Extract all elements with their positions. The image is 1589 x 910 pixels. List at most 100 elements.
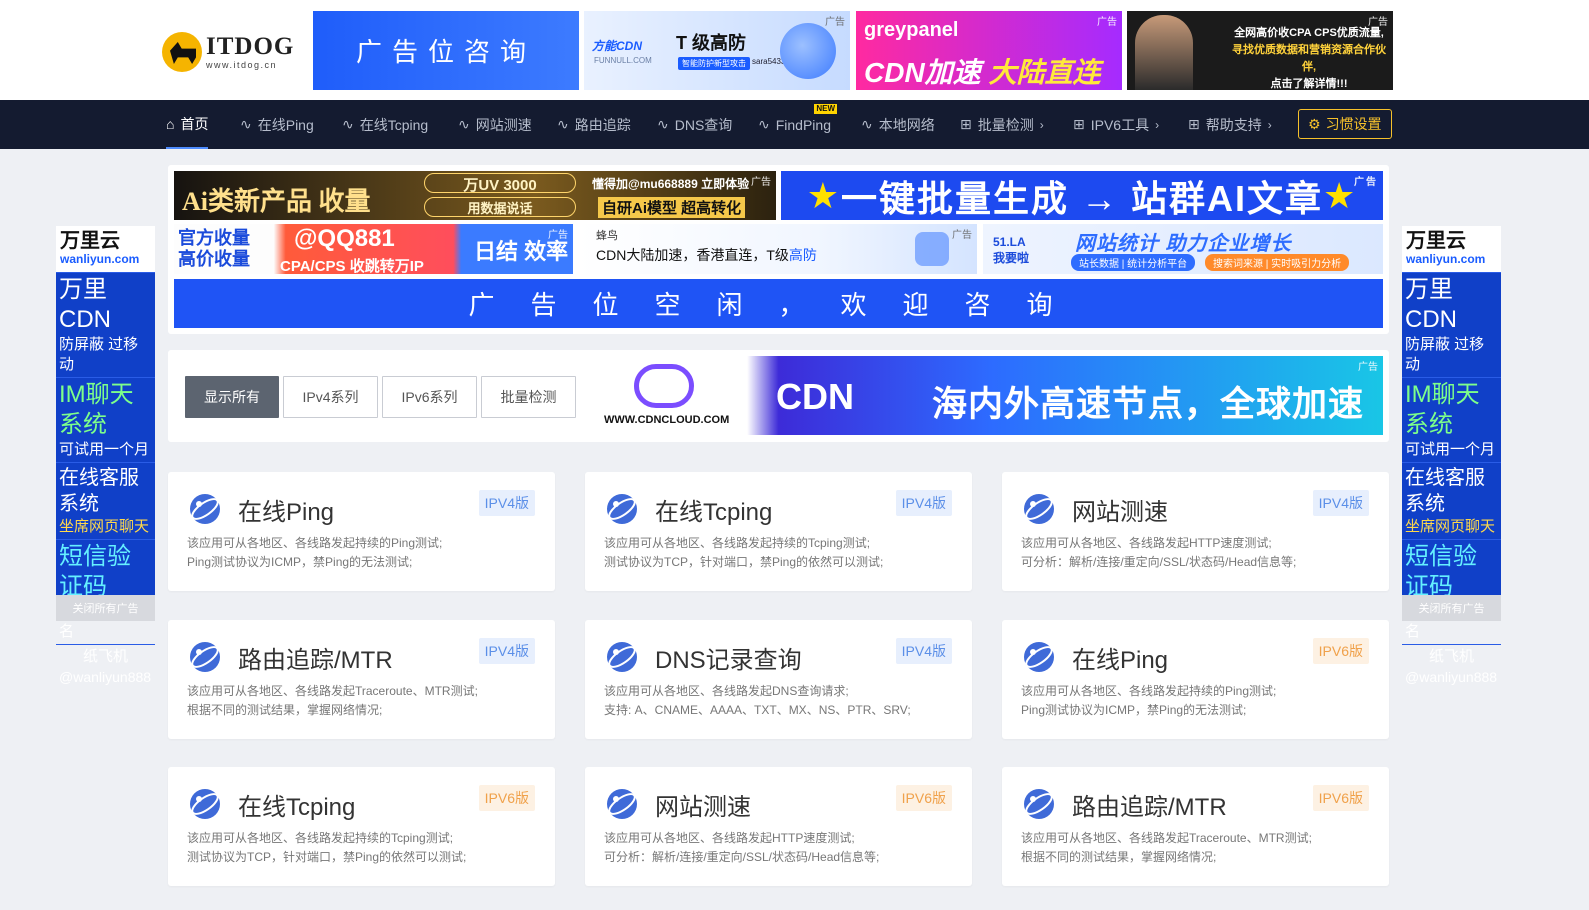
nav-item-label: 网站测速	[475, 116, 532, 133]
nav-item-ipv6-tools[interactable]: ⊞ IPV6工具 ›	[1073, 100, 1159, 149]
tool-card-description: 该应用可从各地区、各线路发起持续的Tcping测试; 测试协议为TCP，针对端口，…	[604, 534, 883, 572]
ad-label: 广告	[825, 17, 845, 28]
side-ad-block: IM聊天系统 可试用一个月	[56, 377, 155, 462]
nav-item-findping[interactable]: ∿ FindPing NEW	[758, 100, 837, 149]
side-ad-block: 短信验证码 自定义合规签名	[1402, 539, 1501, 644]
tool-card[interactable]: 路由追踪/MTR IPV4版 该应用可从各地区、各线路发起Traceroute、MT…	[168, 620, 555, 739]
side-ad-url: wanliyun.com	[60, 252, 140, 266]
top-ad-3-brand: greypanel	[864, 19, 959, 41]
tool-card-title: 路由追踪/MTR	[238, 647, 393, 674]
site-logo[interactable]: ITDOG www.itdog.cn	[162, 30, 304, 74]
board-ad-fengniao[interactable]: 蜂鸟 CDN大陆加速，香港直连，T级高防 广告	[578, 224, 977, 274]
tool-card[interactable]: 在线Tcping IPV6版 该应用可从各地区、各线路发起持续的Tcping测试; 测…	[168, 767, 555, 886]
version-badge: IPV4版	[478, 638, 535, 664]
star-icon: ★	[1323, 174, 1358, 216]
tool-card-title: 在线Ping	[238, 499, 335, 526]
cdncloud-brand: CDN	[776, 376, 854, 417]
side-ad-logo: 万里云	[1406, 230, 1466, 252]
top-ad-3[interactable]: greypanel CDN加速 大陆直连 广告	[856, 11, 1122, 90]
globe-icon	[605, 787, 639, 821]
board-ad-51la[interactable]: 51.LA 我要啦 网站统计 助力企业增长 站长数据 | 统计分析平台 搜索词来…	[983, 224, 1383, 274]
nav-item-label: 批量检测	[977, 116, 1034, 133]
star-icon: ★	[806, 174, 841, 216]
board-ad-qq-handle: @QQ881	[294, 225, 395, 252]
nav-item-ping[interactable]: ∿ 在线Ping	[240, 100, 314, 149]
board-ad-qq-l2: 高价收量	[178, 249, 250, 269]
board-ad-qq[interactable]: 官方收量 高价收量 @QQ881 CPA/CPS 收跳转万IP 日结 效率 广告	[174, 224, 573, 274]
side-ad-title: 在线客服系统	[59, 467, 139, 515]
top-ad-1[interactable]: 广告位咨询	[313, 11, 579, 90]
tool-card-desc-line: 该应用可从各地区、各线路发起HTTP速度测试;	[1021, 536, 1272, 550]
board-ad-ai-article[interactable]: ★ 一键批量生成 → 站群AI文章 ★ 广告	[781, 171, 1383, 220]
nav-item-traceroute[interactable]: ∿ 路由追踪	[557, 100, 631, 149]
ad-label: 广告	[1368, 17, 1388, 28]
side-ad-block: 纸飞机 @wanliyun888	[1402, 644, 1501, 689]
main-nav: ⌂ 首页 ∿ 在线Ping ∿ 在线Tcping ∿ 网站测速 ∿ 路由追踪 ∿…	[0, 100, 1589, 149]
nav-item-label: 在线Tcping	[359, 116, 429, 133]
side-ad-block: 万里CDN 防屏蔽 过移动	[1402, 272, 1501, 377]
pulse-icon: ∿	[557, 116, 569, 132]
nav-item-speedtest[interactable]: ∿ 网站测速	[458, 100, 532, 149]
top-ad-4-text: 全网高价收CPA CPS优质流量, 寻找优质数据和营销资源合作伙伴, 点击了解详…	[1227, 25, 1391, 90]
side-ad-header: 万里云 wanliyun.com	[1402, 226, 1501, 272]
side-ad-title: 短信验证码	[59, 543, 131, 600]
dog-logo-icon	[162, 32, 202, 72]
nav-item-batch[interactable]: ⊞ 批量检测 ›	[960, 100, 1044, 149]
filter-ipv4-button[interactable]: IPv4系列	[283, 376, 378, 418]
tool-card-desc-line: Ping测试协议为ICMP，禁Ping的无法测试;	[1021, 703, 1247, 717]
top-ad-2[interactable]: 方能CDN FUNNULL.COM T 级高防 智能防护新型攻击 sara543…	[584, 11, 850, 90]
filter-ipv6-button[interactable]: IPv6系列	[382, 376, 477, 418]
nav-item-dns[interactable]: ∿ DNS查询	[657, 100, 732, 149]
board-ad-fengniao-text: CDN大陆加速，香港直连，T级高防	[596, 245, 817, 265]
globe-icon	[1022, 492, 1056, 526]
board-ad-qq-left: 官方收量 高价收量	[178, 228, 250, 270]
tool-card[interactable]: 在线Tcping IPV4版 该应用可从各地区、各线路发起持续的Tcping测试; 测…	[585, 472, 972, 591]
side-ad-left[interactable]: 万里云 wanliyun.com 万里CDN 防屏蔽 过移动 IM聊天系统 可试…	[56, 226, 155, 685]
top-ad-2-brand: 方能CDN	[592, 39, 642, 53]
side-ad-subtitle: 可试用一个月	[59, 441, 150, 458]
nav-item-label: IPV6工具	[1090, 116, 1150, 133]
tool-card-desc-line: 测试协议为TCP，针对端口，禁Ping的依然可以测试;	[604, 555, 884, 569]
tool-card[interactable]: 在线Ping IPV6版 该应用可从各地区、各线路发起持续的Ping测试; Ping测…	[1002, 620, 1389, 739]
close-ads-button[interactable]: 关闭所有广告	[1402, 595, 1501, 621]
board-ad-ai-data: 用数据说话	[424, 197, 576, 217]
board-ad-ai-uv: 万UV 3000	[424, 173, 576, 194]
tool-card-desc-line: 该应用可从各地区、各线路发起Traceroute、MTR测试;	[1021, 831, 1312, 845]
board-ad-qq-sub: CPA/CPS 收跳转万IP	[280, 258, 424, 274]
side-ad-subtitle: 防屏蔽 过移动	[59, 336, 139, 373]
globe-icon	[1022, 787, 1056, 821]
nav-item-label: 本地网络	[878, 116, 935, 133]
filter-show-all-button[interactable]: 显示所有	[185, 376, 279, 418]
tool-card[interactable]: 网站测速 IPV6版 该应用可从各地区、各线路发起HTTP速度测试; 可分析：解析/连…	[585, 767, 972, 886]
tool-card-title: 网站测速	[1072, 499, 1168, 526]
tool-card-desc-line: 根据不同的测试结果，掌握网络情况;	[1021, 850, 1217, 864]
board-ad-ai[interactable]: Ai类新产品 收量 万UV 3000 用数据说话 懂得加@mu668889 立即…	[174, 171, 776, 220]
nav-item-label: 首页	[180, 115, 209, 132]
board-ad-vacant[interactable]: 广告位空闲，欢迎咨询	[174, 279, 1383, 328]
side-ad-right[interactable]: 万里云 wanliyun.com 万里CDN 防屏蔽 过移动 IM聊天系统 可试…	[1402, 226, 1501, 685]
tool-card[interactable]: 在线Ping IPV4版 该应用可从各地区、各线路发起持续的Ping测试; Ping测…	[168, 472, 555, 591]
ad-label: 广告	[952, 230, 972, 241]
nav-item-local-network[interactable]: ∿ 本地网络	[861, 100, 935, 149]
nav-item-label: 帮助支持	[1205, 116, 1262, 133]
version-badge: IPV6版	[895, 785, 952, 811]
habit-settings-button[interactable]: ⚙ 习惯设置	[1298, 109, 1392, 139]
board-ad-51la-logo: 51.LA 我要啦	[993, 234, 1029, 266]
version-badge: IPV4版	[1312, 490, 1369, 516]
cdncloud-ad[interactable]: WWW.CDNCLOUD.COM CDN 海内外高速节点，全球加速 广告	[598, 356, 1383, 435]
close-ads-button[interactable]: 关闭所有广告	[56, 595, 155, 621]
grid-icon: ⊞	[1073, 116, 1085, 132]
tool-card[interactable]: DNS记录查询 IPV4版 该应用可从各地区、各线路发起DNS查询请求; 支持: A、…	[585, 620, 972, 739]
gear-icon: ⚙	[1308, 115, 1321, 132]
nav-item-home[interactable]: ⌂ 首页	[166, 100, 209, 149]
nav-item-help[interactable]: ⊞ 帮助支持 ›	[1188, 100, 1272, 149]
top-ad-4[interactable]: 全网高价收CPA CPS优质流量, 寻找优质数据和营销资源合作伙伴, 点击了解详…	[1127, 11, 1393, 90]
tool-card[interactable]: 路由追踪/MTR IPV6版 该应用可从各地区、各线路发起Traceroute、MT…	[1002, 767, 1389, 886]
filter-batch-button[interactable]: 批量检测	[481, 376, 576, 418]
top-ad-2-brand-sub: FUNNULL.COM	[594, 56, 652, 65]
top-header: ITDOG www.itdog.cn 广告位咨询 方能CDN FUNNULL.C…	[0, 0, 1589, 100]
tool-card[interactable]: 网站测速 IPV4版 该应用可从各地区、各线路发起HTTP速度测试; 可分析：解析/连…	[1002, 472, 1389, 591]
top-ad-3-slogan-b: 大陆直连	[988, 57, 1101, 88]
cdncloud-slogan: 海内外高速节点，全球加速	[932, 385, 1365, 424]
nav-item-tcping[interactable]: ∿ 在线Tcping	[342, 100, 428, 149]
